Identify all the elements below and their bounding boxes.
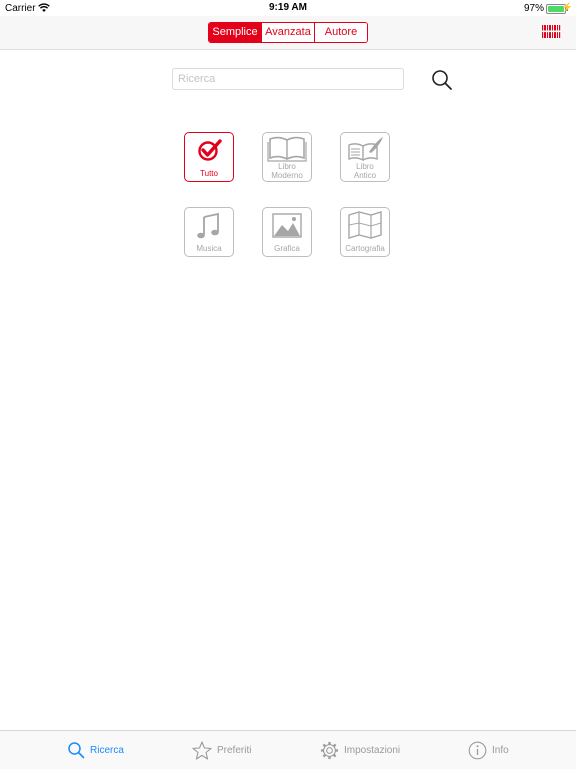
category-label: Cartografia — [345, 244, 385, 253]
barcode-icon[interactable] — [541, 24, 561, 39]
tab-ricerca[interactable]: Ricerca — [67, 731, 124, 769]
tab-info[interactable]: Info — [468, 731, 509, 769]
gear-icon — [320, 741, 339, 759]
magnifier-icon[interactable] — [430, 68, 454, 92]
segment-avanzata[interactable]: Avanzata — [261, 23, 314, 42]
picture-icon — [272, 213, 302, 238]
category-label: Musica — [196, 244, 222, 253]
open-book-icon — [267, 136, 307, 162]
category-label-line2: Moderno — [271, 171, 303, 180]
search-icon — [68, 742, 85, 759]
navigation-bar: Semplice Avanzata Autore — [0, 16, 576, 50]
checkmark-icon — [198, 139, 222, 161]
battery-percentage: 97% — [523, 3, 544, 14]
music-note-icon — [197, 212, 219, 239]
search-mode-segmented-control: Semplice Avanzata Autore — [208, 22, 368, 43]
map-icon — [348, 211, 382, 239]
tab-label: Info — [492, 744, 509, 756]
category-label-line2: Antico — [353, 171, 377, 180]
category-libro-moderno-tile[interactable]: Libro Moderno — [262, 132, 312, 182]
star-icon — [192, 740, 212, 760]
category-libro-antico-tile[interactable]: Libro Antico — [340, 132, 390, 182]
category-tutto-tile[interactable]: Tutto — [184, 132, 234, 182]
info-icon — [468, 741, 487, 759]
tab-impostazioni[interactable]: Impostazioni — [320, 731, 400, 769]
tab-bar: Ricerca Preferiti Impostazioni Info — [0, 730, 576, 769]
category-label: Tutto — [200, 169, 218, 178]
quill-book-icon — [348, 137, 383, 162]
category-label-line1: Libro — [356, 162, 374, 171]
segment-autore[interactable]: Autore — [314, 23, 367, 42]
search-input[interactable] — [172, 68, 404, 90]
tab-label: Impostazioni — [344, 744, 401, 756]
category-cartografia-tile[interactable]: Cartografia — [340, 207, 390, 257]
tab-label: Ricerca — [90, 744, 124, 756]
charging-icon: ⚡ — [561, 2, 573, 12]
status-bar: Carrier 9:19 AM 97% ⚡ — [0, 0, 576, 16]
category-grafica-tile[interactable]: Grafica — [262, 207, 312, 257]
category-label: Grafica — [274, 244, 300, 253]
segment-semplice[interactable]: Semplice — [209, 23, 261, 42]
tab-label: Preferiti — [217, 744, 252, 756]
tab-preferiti[interactable]: Preferiti — [192, 731, 251, 769]
status-time: 9:19 AM — [269, 2, 307, 13]
category-label-line1: Libro — [278, 162, 296, 171]
category-musica-tile[interactable]: Musica — [184, 207, 234, 257]
